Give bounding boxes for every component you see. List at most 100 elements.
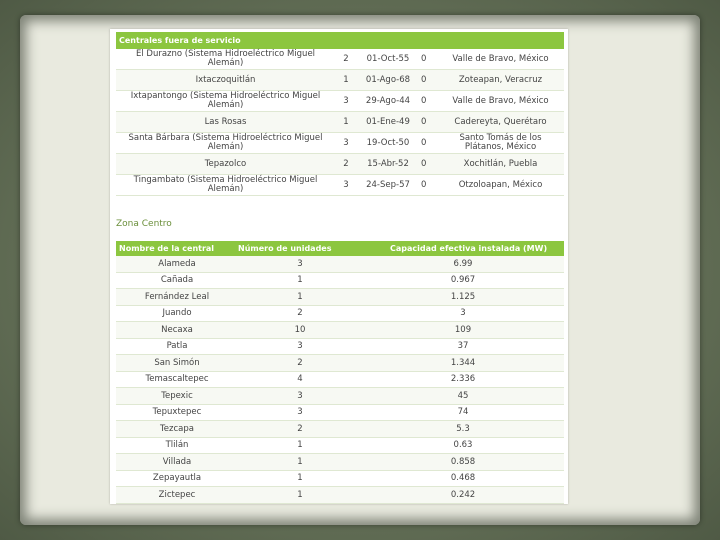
location-cell: Xochitlán, Puebla [437, 153, 564, 175]
capacity-cell: 0 [419, 49, 437, 70]
date-cell: 19-Oct-50 [357, 132, 419, 154]
table-row: Necaxa 10 109 [116, 321, 564, 339]
plant-name-cell: El Durazno (Sistema Hidroeléctrico Migue… [116, 49, 335, 70]
plant-name-cell: Villada [116, 453, 238, 471]
capacity-cell: 0 [419, 132, 437, 154]
units-cell: 1 [335, 69, 357, 91]
plant-name-cell: Cañada [116, 272, 238, 289]
units-cell: 2 [238, 305, 362, 322]
capacity-cell: 1.344 [362, 354, 564, 372]
capacity-cell: 0 [419, 69, 437, 91]
capacity-cell: 0.63 [362, 437, 564, 454]
table-row: Cañada 1 0.967 [116, 272, 564, 289]
table-row: Tepuxtepec 3 74 [116, 404, 564, 421]
capacity-cell: 109 [362, 321, 564, 339]
units-cell: 10 [238, 321, 362, 339]
units-cell: 3 [238, 256, 362, 273]
table-row: Villada 1 0.858 [116, 453, 564, 471]
capacity-cell: 0.858 [362, 453, 564, 471]
table-row: Patla 3 37 [116, 338, 564, 355]
plant-name-cell: Zepayautla [116, 470, 238, 487]
date-cell: 01-Ene-49 [357, 111, 419, 133]
capacity-cell: 5.3 [362, 420, 564, 438]
units-cell: 3 [335, 174, 357, 196]
table-row: Santa Bárbara (Sistema Hidroeléctrico Mi… [116, 132, 564, 154]
units-cell: 1 [238, 470, 362, 487]
table-row: Ixtapantongo (Sistema Hidroeléctrico Mig… [116, 90, 564, 112]
units-cell: 2 [335, 49, 357, 70]
capacity-cell: 0 [419, 90, 437, 112]
units-cell: 4 [238, 371, 362, 388]
capacity-cell: 74 [362, 404, 564, 421]
units-cell: 2 [238, 354, 362, 372]
date-cell: 01-Oct-55 [357, 49, 419, 70]
location-cell: Santo Tomás de los Plátanos, México [437, 132, 564, 154]
capacity-cell: 0 [419, 153, 437, 175]
plant-name-cell: Tepexic [116, 387, 238, 405]
col-header-units: Número de unidades [238, 241, 362, 256]
table-row: Fernández Leal 1 1.125 [116, 288, 564, 306]
plant-name-cell: Tepuxtepec [116, 404, 238, 421]
table-row: Tingambato (Sistema Hidroeléctrico Migue… [116, 174, 564, 196]
table-row: Alameda 3 6.99 [116, 256, 564, 273]
location-cell: Valle de Bravo, México [437, 90, 564, 112]
col-header-capacity: Capacidad efectiva instalada (MW) [362, 241, 564, 256]
capacity-cell: 3 [362, 305, 564, 322]
units-cell: 3 [238, 338, 362, 355]
capacity-cell: 2.336 [362, 371, 564, 388]
out-of-service-table: Centrales fuera de servicio El Durazno (… [116, 32, 564, 196]
plant-name-cell: Patla [116, 338, 238, 355]
document-image: Centrales fuera de servicio El Durazno (… [110, 29, 568, 504]
date-cell: 01-Ago-68 [357, 69, 419, 91]
table-row: Tepazolco 2 15-Abr-52 0 Xochitlán, Puebla [116, 153, 564, 175]
table-row: Tlilán 1 0.63 [116, 437, 564, 454]
plant-name-cell: Zictepec [116, 486, 238, 504]
capacity-cell: 0 [419, 174, 437, 196]
table-row: Tepexic 3 45 [116, 387, 564, 405]
location-cell: Zoteapan, Veracruz [437, 69, 564, 91]
table-row: Temascaltepec 4 2.336 [116, 371, 564, 388]
zone-title: Zona Centro [116, 219, 172, 229]
table-row: Juando 2 3 [116, 305, 564, 322]
plant-name-cell: Tlilán [116, 437, 238, 454]
capacity-cell: 0.468 [362, 470, 564, 487]
date-cell: 29-Ago-44 [357, 90, 419, 112]
date-cell: 24-Sep-57 [357, 174, 419, 196]
capacity-cell: 6.99 [362, 256, 564, 273]
units-cell: 2 [335, 153, 357, 175]
units-cell: 1 [238, 453, 362, 471]
plant-name-cell: Tepazolco [116, 153, 335, 175]
date-cell: 15-Abr-52 [357, 153, 419, 175]
plant-name-cell: Tezcapa [116, 420, 238, 438]
col-header-name: Nombre de la central [116, 241, 238, 256]
plant-name-cell: Las Rosas [116, 111, 335, 133]
table-row: El Durazno (Sistema Hidroeléctrico Migue… [116, 49, 564, 70]
plant-name-cell: Necaxa [116, 321, 238, 339]
table-row: San Simón 2 1.344 [116, 354, 564, 372]
table-row: Tezcapa 2 5.3 [116, 420, 564, 438]
location-cell: Valle de Bravo, México [437, 49, 564, 70]
plant-name-cell: Temascaltepec [116, 371, 238, 388]
location-cell: Cadereyta, Querétaro [437, 111, 564, 133]
out-of-service-header: Centrales fuera de servicio [116, 32, 564, 49]
plant-name-cell: Ixtaczoquitlán [116, 69, 335, 91]
capacity-cell: 45 [362, 387, 564, 405]
units-cell: 3 [238, 404, 362, 421]
units-cell: 1 [238, 437, 362, 454]
table-row: Zictepec 1 0.242 [116, 486, 564, 504]
zona-centro-table: Nombre de la central Número de unidades … [116, 241, 564, 504]
capacity-cell: 0.967 [362, 272, 564, 289]
units-cell: 3 [238, 387, 362, 405]
plant-name-cell: Alameda [116, 256, 238, 273]
capacity-cell: 0 [419, 111, 437, 133]
units-cell: 2 [238, 420, 362, 438]
units-cell: 1 [238, 272, 362, 289]
table-row: Ixtaczoquitlán 1 01-Ago-68 0 Zoteapan, Verac… [116, 69, 564, 91]
plant-name-cell: San Simón [116, 354, 238, 372]
table-row: Las Rosas 1 01-Ene-49 0 Cadereyta, Querétaro [116, 111, 564, 133]
units-cell: 3 [335, 132, 357, 154]
capacity-cell: 0.242 [362, 486, 564, 504]
table-row: Zepayautla 1 0.468 [116, 470, 564, 487]
plant-name-cell: Fernández Leal [116, 288, 238, 306]
units-cell: 1 [238, 486, 362, 504]
